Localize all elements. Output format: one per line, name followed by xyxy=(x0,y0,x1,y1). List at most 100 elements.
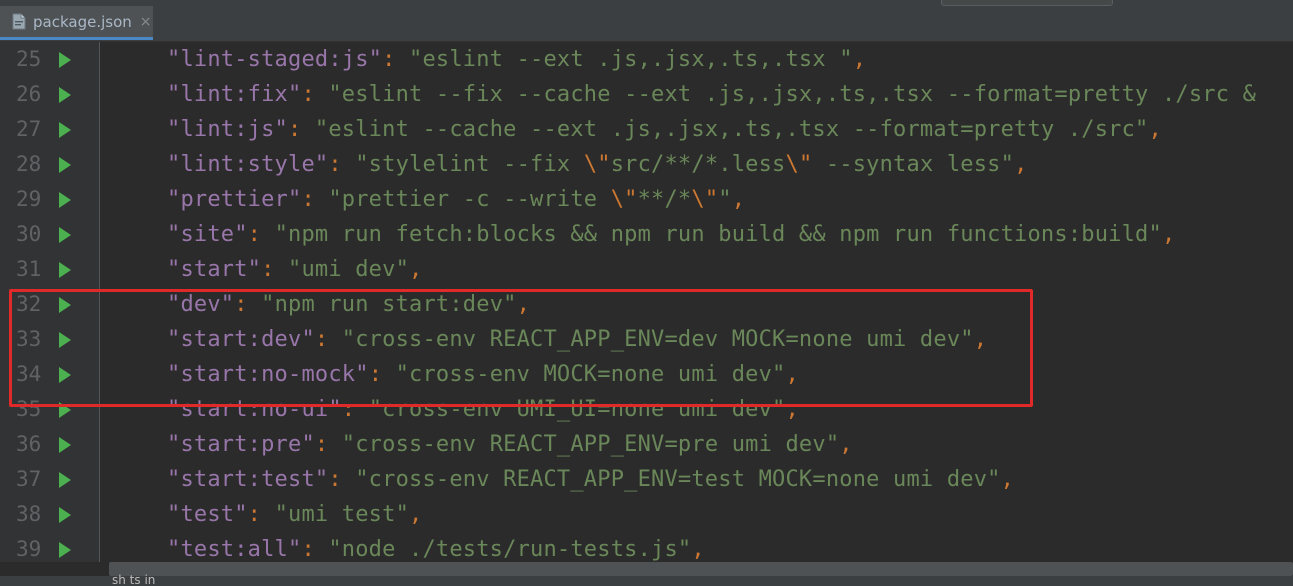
json-key: "start:dev" xyxy=(167,327,315,352)
json-colon: : xyxy=(301,187,329,212)
json-comma: , xyxy=(691,537,705,562)
json-key: "lint-staged:js" xyxy=(167,47,383,72)
run-script-icon[interactable] xyxy=(59,367,71,383)
code-line[interactable]: 30 "site": "npm run fetch:blocks && npm r… xyxy=(0,217,1293,252)
json-comma: , xyxy=(409,257,423,282)
code-line[interactable]: 34 "start:no-mock": "cross-env MOCK=none … xyxy=(0,357,1293,392)
json-string-value: "npm run fetch:blocks && npm run build &… xyxy=(274,222,1162,247)
code-text: "test": "umi test", xyxy=(167,497,422,532)
run-script-icon[interactable] xyxy=(59,262,71,278)
json-comma: , xyxy=(785,362,799,387)
json-comma: , xyxy=(1148,117,1162,142)
json-key: "site" xyxy=(167,222,248,247)
json-string-value: "eslint --cache --ext .js,.jsx,.ts,.tsx … xyxy=(314,117,1149,142)
json-key: "lint:js" xyxy=(167,117,289,142)
run-script-icon[interactable] xyxy=(59,542,71,558)
code-text: "lint-staged:js": "eslint --ext .js,.jsx… xyxy=(167,42,866,77)
line-number: 26 xyxy=(16,82,42,106)
json-comma: , xyxy=(785,397,799,422)
line-number: 30 xyxy=(16,222,42,246)
line-number: 39 xyxy=(16,537,42,561)
json-comma: , xyxy=(1014,152,1028,177)
code-text: "start:no-mock": "cross-env MOCK=none um… xyxy=(167,357,799,392)
code-text: "lint:js": "eslint --cache --ext .js,.js… xyxy=(167,112,1162,147)
code-text: "lint:style": "stylelint --fix \"src/**/… xyxy=(167,147,1028,182)
editor-tab-bar: package.json × xyxy=(0,0,1293,42)
code-line[interactable]: 25 "lint-staged:js": "eslint --ext .js,.j… xyxy=(0,42,1293,77)
json-colon: : xyxy=(341,397,369,422)
json-colon: : xyxy=(368,362,396,387)
run-script-icon[interactable] xyxy=(59,52,71,68)
json-file-icon xyxy=(12,13,26,30)
code-text: "start:dev": "cross-env REACT_APP_ENV=de… xyxy=(167,322,987,357)
toolbar-widget[interactable] xyxy=(941,0,1113,6)
close-tab-icon[interactable]: × xyxy=(140,14,152,30)
code-line[interactable]: 28 "lint:style": "stylelint --fix \"src/*… xyxy=(0,147,1293,182)
code-line[interactable]: 31 "start": "umi dev", xyxy=(0,252,1293,287)
line-number: 35 xyxy=(16,397,42,421)
json-string-value: "umi test" xyxy=(274,502,410,527)
run-script-icon[interactable] xyxy=(59,87,71,103)
run-script-icon[interactable] xyxy=(59,437,71,453)
line-number: 34 xyxy=(16,362,42,386)
run-script-icon[interactable] xyxy=(59,227,71,243)
horizontal-scrollbar[interactable] xyxy=(109,562,1293,576)
run-script-icon[interactable] xyxy=(59,402,71,418)
json-string-value: "npm run start:dev" xyxy=(261,292,517,317)
json-key: "dev" xyxy=(167,292,235,317)
run-script-icon[interactable] xyxy=(59,507,71,523)
code-line[interactable]: 32 "dev": "npm run start:dev", xyxy=(0,287,1293,322)
json-key: "start:test" xyxy=(167,467,329,492)
line-number: 29 xyxy=(16,187,42,211)
code-line[interactable]: 36 "start:pre": "cross-env REACT_APP_ENV=… xyxy=(0,427,1293,462)
json-colon: : xyxy=(301,537,329,562)
run-script-icon[interactable] xyxy=(59,472,71,488)
escape-sequence: \" xyxy=(583,152,611,177)
json-string-part: "stylelint --fix xyxy=(355,152,584,177)
json-string-value: "cross-env REACT_APP_ENV=pre umi dev" xyxy=(341,432,840,457)
code-editor[interactable]: 25 "lint-staged:js": "eslint --ext .js,.j… xyxy=(0,42,1293,562)
json-comma: , xyxy=(1161,222,1176,247)
json-key: "test:all" xyxy=(167,537,302,562)
json-string-part: --syntax less" xyxy=(812,152,1015,177)
bottom-strip: sh ts in xyxy=(0,573,1293,586)
code-text: "prettier": "prettier -c --write \"**/*\… xyxy=(167,182,745,217)
line-number: 28 xyxy=(16,152,42,176)
bottom-text-fragment: sh ts in xyxy=(112,573,156,586)
run-script-icon[interactable] xyxy=(59,157,71,173)
json-key: "start" xyxy=(167,257,262,282)
line-number: 32 xyxy=(16,292,42,316)
json-comma: , xyxy=(973,327,988,352)
escape-sequence: \" xyxy=(785,152,813,177)
json-string-value: "cross-env UMI_UI=none umi dev" xyxy=(368,397,786,422)
line-number: 37 xyxy=(16,467,42,491)
code-line[interactable]: 38 "test": "umi test", xyxy=(0,497,1293,532)
code-line[interactable]: 29 "prettier": "prettier -c --write \"**/… xyxy=(0,182,1293,217)
code-text: "start:no-ui": "cross-env UMI_UI=none um… xyxy=(167,392,799,427)
json-string-value: "eslint --fix --cache --ext .js,.jsx,.ts… xyxy=(328,82,1257,107)
run-script-icon[interactable] xyxy=(59,122,71,138)
escape-sequence: \" xyxy=(610,187,638,212)
json-comma: , xyxy=(839,432,853,457)
json-colon: : xyxy=(314,327,342,352)
json-string-value: "node ./tests/run-tests.js" xyxy=(328,537,692,562)
tab-package-json[interactable]: package.json × xyxy=(0,6,153,40)
code-line[interactable]: 35 "start:no-ui": "cross-env UMI_UI=none … xyxy=(0,392,1293,427)
json-colon: : xyxy=(301,82,329,107)
code-line[interactable]: 27 "lint:js": "eslint --cache --ext .js,.… xyxy=(0,112,1293,147)
code-line[interactable]: 37 "start:test": "cross-env REACT_APP_ENV… xyxy=(0,462,1293,497)
json-colon: : xyxy=(382,47,410,72)
json-string-value: "cross-env REACT_APP_ENV=dev MOCK=none u… xyxy=(341,327,974,352)
json-key: "start:no-mock" xyxy=(167,362,369,387)
escape-sequence: \" xyxy=(691,187,719,212)
code-line[interactable]: 26 "lint:fix": "eslint --fix --cache --ex… xyxy=(0,77,1293,112)
run-script-icon[interactable] xyxy=(59,332,71,348)
line-number: 38 xyxy=(16,502,42,526)
code-line[interactable]: 33 "start:dev": "cross-env REACT_APP_ENV=… xyxy=(0,322,1293,357)
run-script-icon[interactable] xyxy=(59,297,71,313)
code-text: "start:test": "cross-env REACT_APP_ENV=t… xyxy=(167,462,1014,497)
run-script-icon[interactable] xyxy=(59,192,71,208)
tab-label: package.json xyxy=(33,12,132,31)
json-key: "prettier" xyxy=(167,187,302,212)
line-number: 36 xyxy=(16,432,42,456)
